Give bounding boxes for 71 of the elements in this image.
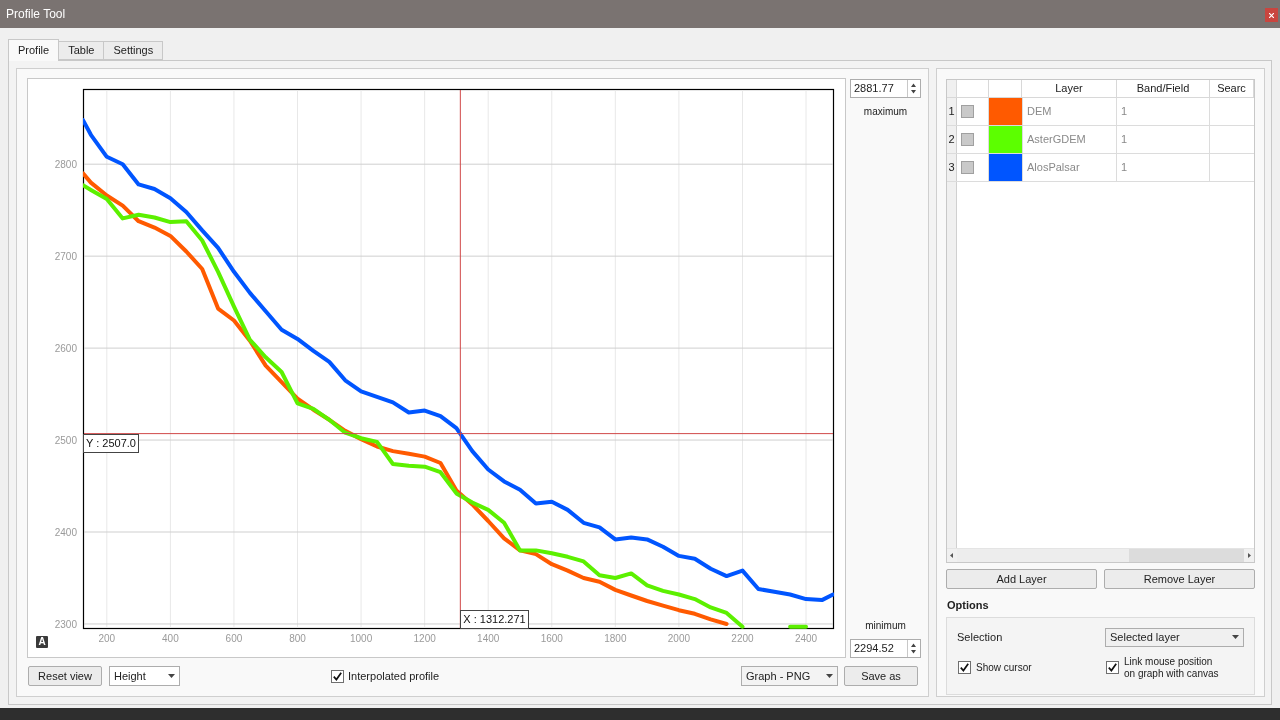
window-title: Profile Tool — [6, 6, 66, 23]
axis-tick-label: 2400 — [54, 527, 77, 538]
field-label: Selection — [957, 629, 1004, 645]
reset-view-button[interactable]: Reset view — [28, 666, 102, 686]
axis-tick-label: 2300 — [54, 618, 77, 630]
checkbox[interactable] — [961, 133, 974, 146]
caret-icon — [826, 674, 833, 678]
horizontal-scrollbar[interactable] — [947, 548, 1254, 562]
axis-tick-label: 2500 — [54, 435, 77, 447]
checkmark-icon — [333, 671, 342, 681]
selection-dropdown[interactable]: Selected layer — [1105, 627, 1244, 647]
checkbox-label: Show cursor — [976, 661, 1032, 674]
checkmark-icon — [1108, 663, 1117, 672]
checkbox-label: Interpolated profile — [348, 668, 440, 684]
checkbox[interactable] — [331, 669, 344, 683]
tab[interactable]: Settings — [104, 41, 164, 60]
row-number: 1 — [947, 98, 957, 125]
scroll-right-icon[interactable] — [1244, 549, 1254, 562]
axis-tick-label: 1000 — [349, 633, 373, 644]
column-header[interactable]: Searc — [1210, 80, 1254, 97]
caret-icon — [1232, 635, 1239, 639]
autoscale-button[interactable]: A — [36, 636, 48, 648]
checkmark-icon — [960, 663, 969, 672]
height-dropdown[interactable]: Height — [109, 666, 180, 686]
field-label: minimum — [865, 619, 906, 633]
axis-tick-label: 400 — [162, 633, 179, 644]
close-button[interactable] — [1265, 8, 1278, 22]
axis-tick-label: 1200 — [413, 633, 436, 644]
checkbox-label: Link mouse position on graph with canvas — [1124, 655, 1219, 680]
remove-layer-button[interactable]: Remove Layer — [1104, 569, 1255, 589]
save-as-button[interactable]: Save as — [844, 666, 918, 686]
close-icon — [1269, 12, 1274, 18]
axis-tick-label: 1400 — [477, 633, 500, 644]
table-cell: DEM — [1022, 98, 1117, 125]
axis-tick-label: 2400 — [794, 633, 818, 644]
axis-tick-label: 1800 — [604, 633, 627, 644]
table-cell: 1 — [1117, 98, 1210, 125]
axis-tick-label: 200 — [98, 633, 116, 644]
column-header[interactable]: Layer — [1022, 80, 1117, 97]
minimum-spinbox[interactable]: 2294.52 — [850, 639, 921, 658]
checkbox[interactable] — [961, 161, 974, 174]
checkbox[interactable] — [961, 105, 974, 118]
axis-tick-label: 2600 — [54, 343, 77, 355]
checkbox[interactable] — [958, 661, 971, 674]
column-header[interactable]: Band/Field — [1117, 80, 1210, 97]
cursor-readout: X : 1312.271 — [460, 610, 529, 629]
tab[interactable]: Table — [59, 41, 105, 60]
axis-tick-label: 1600 — [540, 633, 563, 644]
scroll-left-icon[interactable] — [947, 549, 957, 562]
table-cell: 1 — [1117, 154, 1210, 181]
axis-tick-label: 2000 — [667, 633, 691, 644]
row-number: 2 — [947, 126, 957, 153]
table-cell: 1 — [1117, 126, 1210, 153]
axis-tick-label: 800 — [289, 633, 306, 644]
export-format-dropdown[interactable]: Graph - PNG — [741, 666, 838, 686]
tab[interactable]: Profile — [8, 39, 60, 61]
scrollbar-thumb[interactable] — [957, 549, 1129, 562]
axis-tick-label: 600 — [225, 633, 243, 644]
maximum-spinbox[interactable]: 2881.77 — [850, 79, 921, 98]
section-heading: Options — [947, 598, 990, 613]
table-cell: AsterGDEM — [1022, 126, 1117, 153]
column-header[interactable] — [947, 80, 957, 97]
axis-tick-label: 2700 — [54, 251, 77, 263]
caret-icon — [168, 674, 175, 678]
field-label: maximum — [863, 105, 908, 119]
row-number: 3 — [947, 154, 957, 181]
axis-tick-label: 2800 — [54, 159, 77, 171]
table-cell: AlosPalsar — [1022, 154, 1117, 181]
checkbox[interactable] — [1106, 661, 1119, 674]
axis-tick-label: 2200 — [731, 633, 754, 644]
add-layer-button[interactable]: Add Layer — [946, 569, 1097, 589]
